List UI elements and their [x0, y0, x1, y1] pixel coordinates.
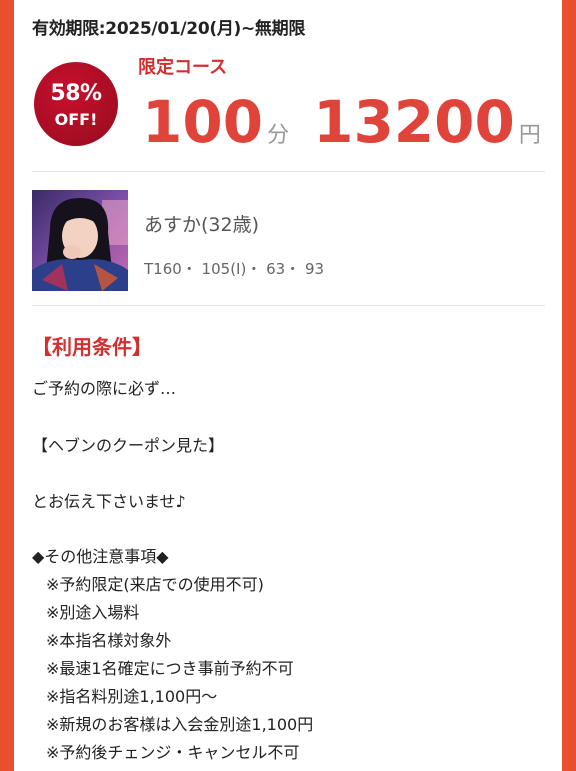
condition-line: ご予約の際に必ず… [32, 379, 177, 398]
coupon-card: 有効期限:2025/01/20(月)~無期限 58% OFF! 限定コース 10… [14, 0, 562, 771]
duration-unit: 分 [267, 123, 290, 148]
divider [32, 305, 545, 306]
note-item: ※最速1名確定につき事前予約不可 [46, 659, 294, 678]
note-item: ※予約後チェンジ・キャンセル不可 [46, 743, 300, 762]
discount-percent: 58% [50, 81, 102, 106]
cast-measurements: T160・ 105(I)・ 63・ 93 [144, 260, 325, 278]
conditions-title: 【利用条件】 [32, 335, 152, 359]
discount-off-label: OFF! [54, 110, 98, 129]
expiry-text: 有効期限:2025/01/20(月)~無期限 [32, 19, 306, 39]
divider [32, 171, 545, 172]
note-item: ※別途入場料 [46, 603, 140, 622]
course-label: 限定コース [138, 57, 228, 78]
note-item: ※新規のお客様は入会金別途1,100円 [46, 715, 314, 734]
condition-line: 【ヘブンのクーポン見た】 [32, 436, 225, 455]
cast-photo-image [32, 190, 128, 291]
price-unit: 円 [518, 123, 541, 148]
cast-photo[interactable] [32, 190, 128, 291]
discount-badge: 58% OFF! [34, 62, 118, 146]
price-value: 13200 [313, 88, 515, 156]
notes-title: ◆その他注意事項◆ [32, 547, 169, 566]
cast-name[interactable]: あすか(32歳) [144, 210, 259, 237]
note-item: ※指名料別途1,100円〜 [46, 687, 218, 706]
duration-value: 100 [142, 88, 264, 156]
note-item: ※本指名様対象外 [46, 631, 172, 650]
condition-line: とお伝え下さいませ♪ [32, 492, 186, 511]
price-row: 100 分 13200 円 [142, 88, 541, 156]
note-item: ※予約限定(来店での使用不可) [46, 575, 264, 594]
